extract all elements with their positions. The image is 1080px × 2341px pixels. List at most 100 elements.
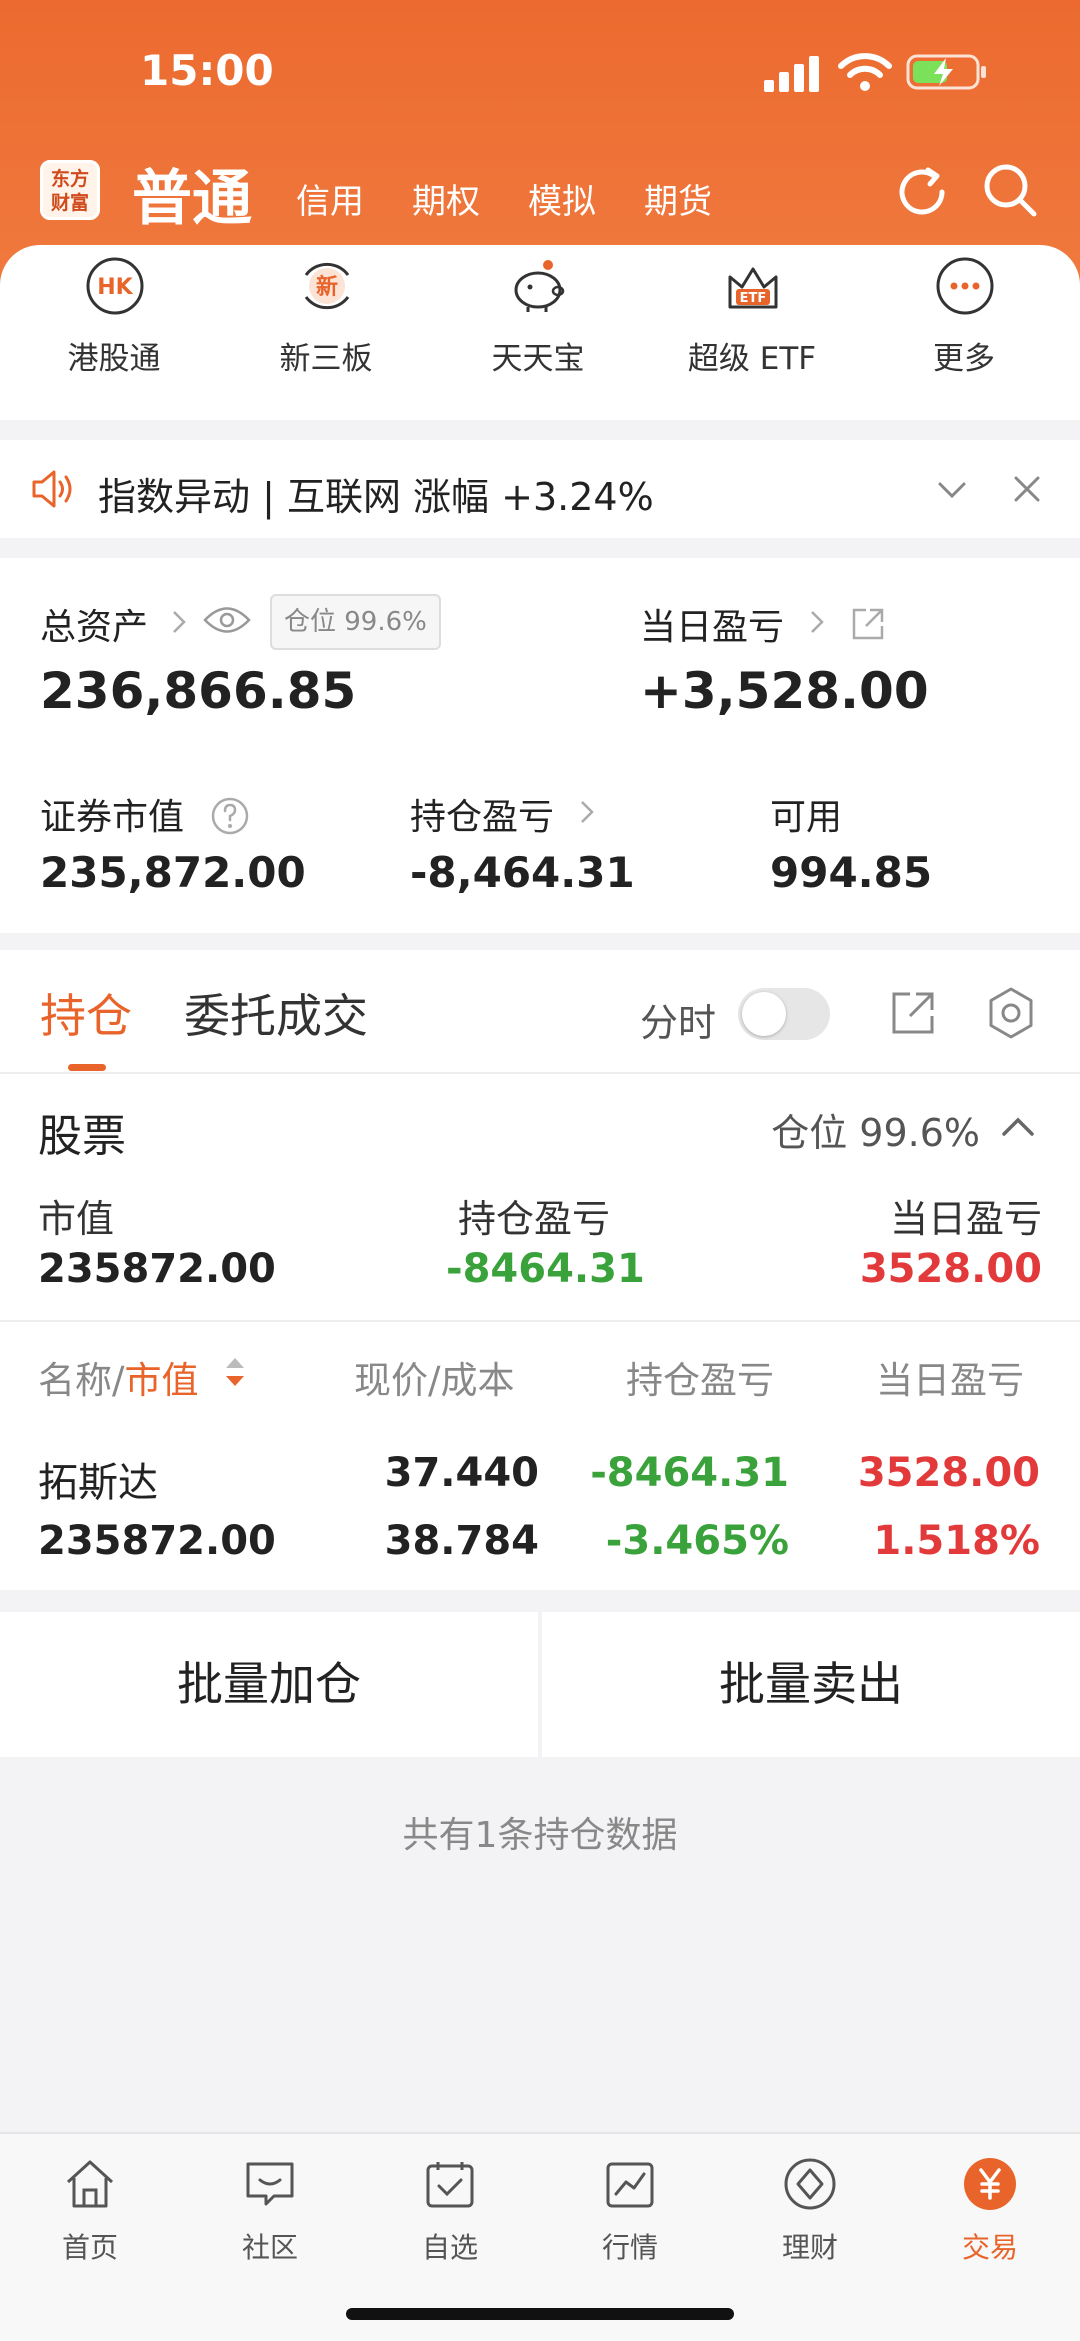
intraday-toggle-label: 分时 [640,1001,717,1045]
divider [0,1072,1080,1074]
cellular-signal-icon [764,56,819,92]
stock-holding-pl-pct: -3.465% [605,1518,789,1564]
piggy-bank-icon [514,260,565,312]
status-time: 15:00 [140,46,274,95]
quick-item-label: 新三板 [279,341,373,377]
nav-label: 行情 [601,2231,658,2264]
tab-simulation[interactable]: 模拟 [528,174,596,223]
close-icon[interactable] [1010,472,1044,506]
quick-item-label: 港股通 [67,341,161,377]
batch-add-button[interactable]: 批量加仓 [0,1612,538,1757]
tab-options[interactable]: 期权 [412,174,480,223]
logo-text-line1: 东方 [50,168,89,190]
nav-wealth[interactable]: 理财 [720,2146,900,2266]
sort-by-market-value[interactable]: 市值 [124,1359,198,1402]
trade-yen-icon [964,2158,1016,2210]
tab-futures[interactable]: 期货 [644,174,712,223]
column-name-label: 名称 [38,1359,112,1402]
quick-item-super-etf[interactable]: ETF 超级 ETF [662,245,842,420]
eye-icon[interactable] [203,603,251,637]
batch-sell-button[interactable]: 批量卖出 [542,1612,1080,1757]
daily-pl-value: +3,528.00 [640,662,929,720]
market-chart-icon [606,2162,654,2208]
nav-community[interactable]: 社区 [180,2146,360,2266]
share-icon[interactable] [848,604,888,644]
column-header-daily-pl: 当日盈亏 [876,1359,1024,1402]
column-separator: / [112,1359,125,1402]
quick-item-tiantianbao[interactable]: 天天宝 [448,245,628,420]
intraday-toggle[interactable] [738,988,830,1040]
battery-icon [906,54,986,90]
section-title-stocks: 股票 [38,1111,126,1162]
daily-pl-label[interactable]: 当日盈亏 [640,598,784,650]
column-header-price-cost: 现价/成本 [354,1359,515,1402]
tab-orders-trades[interactable]: 委托成交 [184,980,368,1046]
chevron-right-icon [173,611,186,633]
tab-credit[interactable]: 信用 [296,174,364,223]
nav-label: 理财 [781,2231,838,2264]
toggle-knob [742,992,786,1036]
summary-market-value: 235872.00 [38,1246,276,1292]
new-board-icon: 新 [304,262,350,310]
nav-market[interactable]: 行情 [540,2146,720,2266]
holdings-panel: 持仓 委托成交 分时 股票 仓位 99.6% 市值 235872.00 持仓盈亏… [0,950,1080,1590]
nav-home[interactable]: 首页 [0,2146,180,2266]
tab-normal[interactable]: 普通 [132,150,252,237]
chevron-right-icon [581,801,594,823]
stock-price: 37.440 [384,1450,539,1496]
home-icon [66,2160,114,2208]
etf-crown-icon: ETF [728,267,778,309]
notice-text: 指数异动 | 互联网 涨幅 +3.24% [98,475,654,519]
stock-daily-pl: 3528.00 [857,1450,1040,1496]
gear-icon[interactable] [984,986,1038,1040]
svg-text:ETF: ETF [740,291,767,306]
summary-market-value-label: 市值 [38,1197,115,1241]
search-icon[interactable] [980,160,1040,220]
available-label: 可用 [770,797,843,838]
speaker-icon [32,470,72,508]
total-assets-label[interactable]: 总资产 [40,598,148,650]
quick-item-more[interactable]: 更多 [874,245,1054,420]
quick-item-label: 超级 ETF [687,341,817,377]
chevron-down-icon[interactable] [934,472,970,508]
quick-item-label: 更多 [933,341,995,377]
column-header-name: 名称/市值 [38,1350,198,1404]
svg-text:新: 新 [316,274,338,300]
quick-item-label: 天天宝 [491,341,585,377]
logo-text-line2: 财富 [50,192,89,214]
account-type-nav: 东方 财富 普通 信用 期权 模拟 期货 [0,150,1080,240]
holding-pl-value: -8,464.31 [410,848,635,897]
more-icon [936,257,994,315]
summary-holding-pl-label: 持仓盈亏 [458,1197,611,1241]
summary-daily-pl-label: 当日盈亏 [889,1197,1042,1241]
total-assets-value: 236,866.85 [40,662,357,720]
stock-name: 拓斯达 [38,1460,158,1506]
watchlist-icon [426,2162,474,2208]
holding-pl-label[interactable]: 持仓盈亏 [410,788,554,840]
help-icon[interactable] [210,796,250,836]
wealth-diamond-icon [784,2158,836,2210]
sort-icon[interactable] [222,1354,248,1390]
export-icon[interactable] [888,988,938,1038]
status-bar: 15:00 [0,0,1080,145]
stock-daily-pl-pct: 1.518% [873,1518,1040,1564]
hk-icon: HK [86,257,144,315]
holdings-count-note: 共有1条持仓数据 [402,1815,678,1856]
tab-holdings[interactable]: 持仓 [40,980,132,1046]
market-notice-bar[interactable]: 指数异动 | 互联网 涨幅 +3.24% [0,440,1080,538]
chevron-right-icon [811,611,824,633]
quick-item-hk-connect[interactable]: HK 港股通 [24,245,204,420]
svg-text:HK: HK [97,275,133,300]
nav-trade[interactable]: 交易 [900,2146,1080,2266]
quick-item-new-third-board[interactable]: 新 新三板 [236,245,416,420]
nav-label: 社区 [241,2231,298,2264]
nav-label: 交易 [961,2231,1018,2264]
nav-label: 自选 [421,2231,478,2264]
refresh-icon[interactable] [892,162,952,222]
community-icon [246,2162,294,2206]
nav-watchlist[interactable]: 自选 [360,2146,540,2266]
app-logo: 东方 财富 [40,160,100,220]
home-indicator[interactable] [346,2308,734,2320]
market-value: 235,872.00 [40,848,306,897]
chevron-up-icon[interactable] [998,1110,1038,1142]
